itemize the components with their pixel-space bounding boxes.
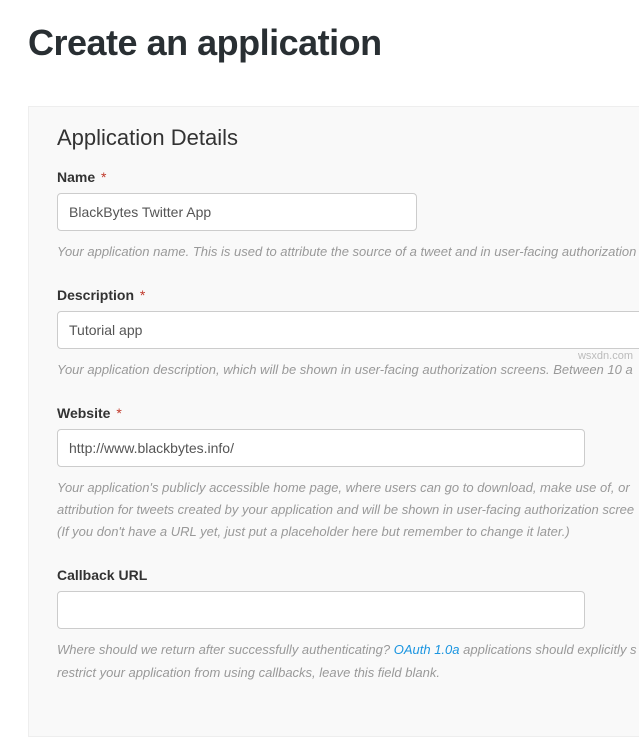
section-title: Application Details [57,125,639,151]
description-help-text: Your application description, which will… [57,359,639,381]
description-label-row: Description * [57,287,639,303]
name-input[interactable] [57,193,417,231]
application-details-panel: Application Details Name * Your applicat… [28,106,639,737]
name-help-text: Your application name. This is used to a… [57,241,639,263]
description-input[interactable] [57,311,639,349]
callback-label-row: Callback URL [57,567,639,583]
website-label-row: Website * [57,405,639,421]
page-title: Create an application [0,0,639,88]
name-label-row: Name * [57,169,639,185]
oauth-link[interactable]: OAuth 1.0a [394,642,460,657]
form-group-name: Name * Your application name. This is us… [57,169,639,263]
form-group-callback: Callback URL Where should we return afte… [57,567,639,683]
watermark-text: wsxdn.com [578,350,633,362]
callback-label: Callback URL [57,567,147,583]
callback-input[interactable] [57,591,585,629]
website-help-text: Your application's publicly accessible h… [57,477,639,543]
required-indicator: * [101,169,106,185]
form-group-description: Description * Your application descripti… [57,287,639,381]
name-label: Name [57,169,95,185]
callback-help-text: Where should we return after successfull… [57,639,639,683]
website-help-line1: Your application's publicly accessible h… [57,480,630,495]
callback-help-line2: restrict your application from using cal… [57,665,440,680]
website-input[interactable] [57,429,585,467]
callback-help-post: applications should explicitly s [460,642,637,657]
required-indicator: * [116,405,121,421]
required-indicator: * [140,287,145,303]
website-label: Website [57,405,110,421]
website-help-line3: (If you don't have a URL yet, just put a… [57,524,570,539]
callback-help-pre: Where should we return after successfull… [57,642,394,657]
website-help-line2: attribution for tweets created by your a… [57,502,634,517]
description-label: Description [57,287,134,303]
form-group-website: Website * Your application's publicly ac… [57,405,639,543]
